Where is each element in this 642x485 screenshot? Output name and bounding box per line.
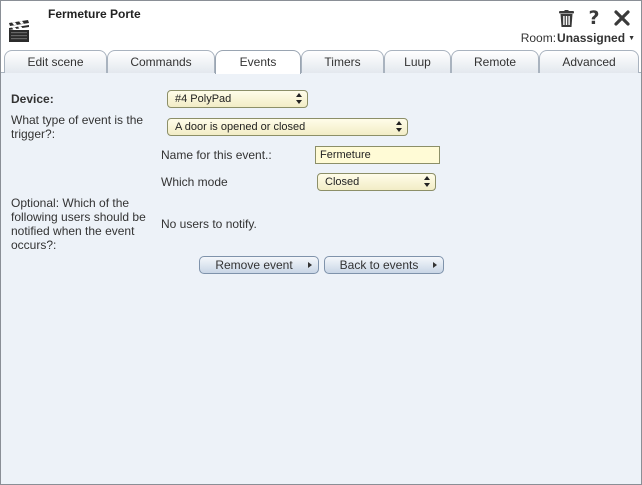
device-label: Device: (11, 92, 54, 106)
room-label: Room: (520, 31, 557, 45)
header: Fermeture Porte ? Room: Unassigned ▼ (1, 1, 641, 47)
tab-bar: Edit scene Commands Events Timers Luup R… (1, 47, 641, 74)
select-arrows-icon (424, 176, 431, 188)
tab-commands[interactable]: Commands (107, 50, 215, 73)
help-icon[interactable]: ? (585, 8, 603, 28)
tab-timers[interactable]: Timers (301, 50, 384, 73)
remove-event-button[interactable]: Remove event (199, 256, 319, 274)
mode-label: Which mode (161, 175, 228, 189)
mode-select[interactable]: Closed (317, 173, 436, 191)
trigger-select[interactable]: A door is opened or closed (167, 118, 408, 136)
device-value: #4 PolyPad (175, 93, 232, 105)
back-to-events-button[interactable]: Back to events (324, 256, 444, 274)
arrow-right-icon (308, 262, 312, 268)
event-name-input[interactable]: Fermeture (315, 146, 440, 164)
notify-users-label: Optional: Which of the following users s… (11, 196, 146, 252)
scene-editor-window: Fermeture Porte ? Room: Unassigned ▼ Edi… (0, 0, 642, 485)
select-arrows-icon (296, 93, 303, 105)
event-name-label: Name for this event.: (161, 148, 272, 162)
clapperboard-icon (9, 20, 29, 42)
room-value: Unassigned (557, 31, 626, 45)
tab-luup[interactable]: Luup (384, 50, 451, 73)
events-panel: Device: #4 PolyPad What type of event is… (1, 73, 641, 484)
mode-value: Closed (325, 176, 360, 188)
scene-title: Fermeture Porte (48, 7, 141, 21)
trash-icon[interactable] (557, 8, 575, 28)
tab-events[interactable]: Events (215, 50, 301, 74)
close-icon[interactable] (613, 8, 631, 28)
remove-event-label: Remove event (215, 258, 293, 272)
tab-remote[interactable]: Remote (451, 50, 539, 73)
tab-advanced[interactable]: Advanced (539, 50, 639, 73)
room-selector[interactable]: Room: Unassigned ▼ (521, 31, 635, 45)
arrow-right-icon (433, 262, 437, 268)
chevron-down-icon: ▼ (628, 34, 635, 42)
trigger-label: What type of event is the trigger?: (11, 113, 144, 141)
notify-users-value: No users to notify. (161, 217, 257, 231)
back-to-events-label: Back to events (339, 258, 419, 272)
select-arrows-icon (396, 121, 403, 133)
device-select[interactable]: #4 PolyPad (167, 90, 308, 108)
tab-edit-scene[interactable]: Edit scene (4, 50, 107, 73)
trigger-value: A door is opened or closed (175, 121, 306, 133)
